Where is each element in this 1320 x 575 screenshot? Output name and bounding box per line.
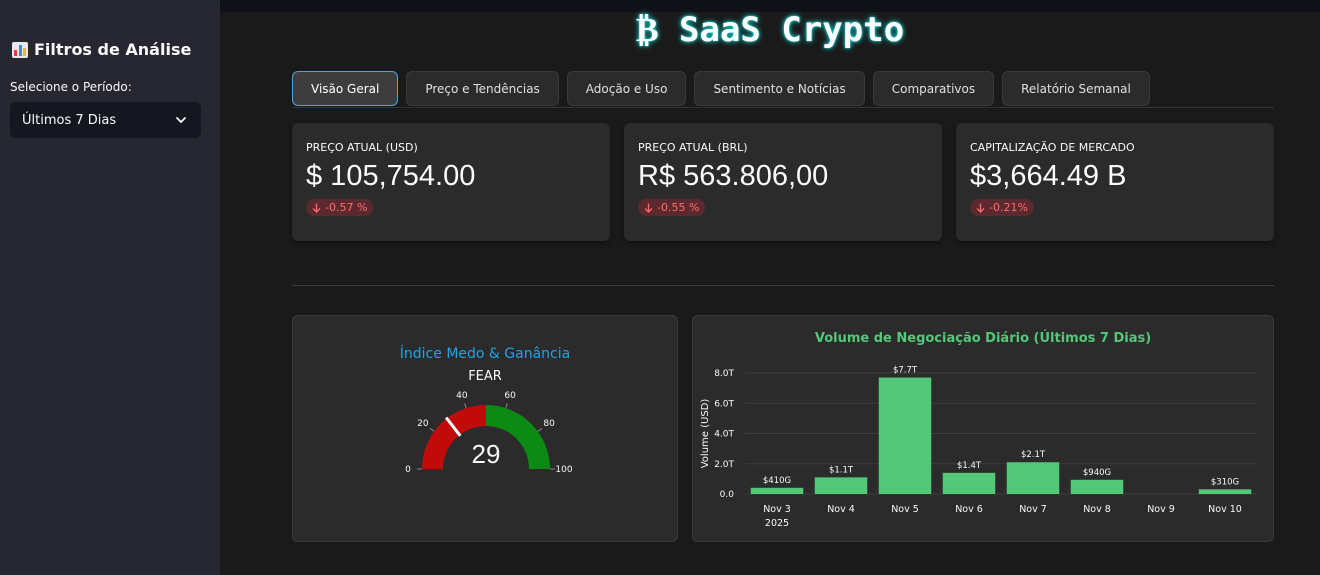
bar — [878, 377, 932, 494]
bar-data-label: $940G — [1083, 468, 1111, 478]
metric-delta-text: -0.55 % — [657, 201, 700, 214]
tab-comparativos[interactable]: Comparativos — [872, 71, 995, 106]
bar-data-label: $1.1T — [829, 465, 854, 475]
fear-greed-panel: Índice Medo & Ganância FEAR 0 20 40 60 80 100… — [292, 315, 678, 542]
bitcoin-icon: ₿ — [635, 10, 659, 50]
bar — [1070, 479, 1124, 494]
metric-label: PREÇO ATUAL (USD) — [306, 141, 418, 154]
gauge-tick-label: 20 — [417, 419, 429, 429]
y-tick-label: 6.0T — [714, 399, 734, 409]
bar — [942, 472, 996, 494]
tab-preco-tendencias[interactable]: Preço e Tendências — [406, 71, 559, 106]
metric-card-brl: PREÇO ATUAL (BRL) R$ 563.806,00 -0.55 % — [624, 123, 942, 241]
bar — [814, 477, 868, 494]
x-tick-label: Nov 6 — [955, 504, 983, 515]
gauge-tick — [464, 403, 467, 409]
y-tick-label: 2.0T — [714, 460, 734, 470]
tab-adocao-uso[interactable]: Adoção e Uso — [566, 71, 687, 106]
chevron-down-icon — [176, 117, 186, 124]
x-tick-label: Nov 7 — [1019, 504, 1047, 515]
period-select-value: Últimos 7 Dias — [22, 112, 117, 128]
arrow-down-icon — [976, 203, 985, 213]
bar-data-label: $2.1T — [1021, 450, 1046, 460]
metric-label: CAPITALIZAÇÃO DE MERCADO — [970, 141, 1135, 154]
metric-card-market-cap: CAPITALIZAÇÃO DE MERCADO $3,664.49 B -0.… — [956, 123, 1274, 241]
gauge-tick-label: 60 — [504, 391, 516, 401]
tab-visao-geral[interactable]: Visão Geral — [292, 71, 399, 106]
bar-data-label: $7.7T — [893, 366, 918, 376]
y-tick-label: 8.0T — [714, 369, 734, 379]
x-tick-label: Nov 3 — [763, 504, 791, 515]
y-tick-label: 0.0 — [720, 490, 735, 500]
metric-label: PREÇO ATUAL (BRL) — [638, 141, 748, 154]
x-tick-label: Nov 9 — [1147, 504, 1175, 515]
x-tick-label: Nov 10 — [1208, 504, 1242, 515]
section-divider — [292, 285, 1274, 286]
bar — [750, 487, 804, 494]
gauge-tick-label: 80 — [543, 419, 555, 429]
metric-card-usd: PREÇO ATUAL (USD) $ 105,754.00 -0.57 % — [292, 123, 610, 241]
bar-data-label: $310G — [1211, 477, 1239, 487]
arrow-down-icon — [312, 203, 321, 213]
period-select[interactable]: Últimos 7 Dias — [10, 102, 201, 138]
gauge-tick-label: 40 — [456, 391, 468, 401]
metric-value: $ 105,754.00 — [306, 160, 476, 192]
period-label: Selecione o Período: — [10, 80, 132, 94]
metric-value: R$ 563.806,00 — [638, 160, 829, 192]
volume-panel: Volume de Negociação Diário (Últimos 7 D… — [692, 315, 1274, 542]
arrow-down-icon — [644, 203, 653, 213]
metric-value: $3,664.49 B — [970, 160, 1127, 192]
gauge-tick-label: 100 — [555, 465, 572, 475]
gauge-tick — [429, 428, 435, 432]
bar-data-label: $410G — [763, 476, 791, 486]
tab-sentimento-noticias[interactable]: Sentimento e Notícias — [694, 71, 865, 106]
tab-relatorio-semanal[interactable]: Relatório Semanal — [1002, 71, 1150, 106]
metric-delta: -0.21% — [970, 199, 1034, 216]
page-title: ₿ SaaS Crypto — [0, 10, 1320, 50]
x-tick-year-label: 2025 — [765, 518, 789, 529]
tabs-divider — [292, 107, 1274, 108]
gauge-tick — [505, 403, 508, 409]
tab-bar: Visão Geral Preço e Tendências Adoção e … — [292, 71, 1150, 106]
gauge-value: 29 — [472, 439, 501, 469]
x-tick-label: Nov 5 — [891, 504, 919, 515]
x-tick-label: Nov 4 — [827, 504, 855, 515]
fear-greed-gauge: 0 20 40 60 80 100 29 — [405, 391, 573, 475]
metric-delta-text: -0.21% — [989, 201, 1028, 214]
y-tick-label: 4.0T — [714, 430, 734, 440]
x-tick-label: Nov 8 — [1083, 504, 1111, 515]
metric-delta: -0.57 % — [306, 199, 374, 216]
bar — [1198, 489, 1252, 494]
metric-delta-text: -0.57 % — [325, 201, 368, 214]
sidebar: Filtros de Análise Selecione o Período: … — [0, 0, 220, 575]
volume-bar-chart: 0.0 2.0T 4.0T 6.0T 8.0T Volume (USD) $410G Nov … — [700, 366, 1257, 529]
y-axis-label: Volume (USD) — [700, 399, 711, 469]
gauge-tick-label: 0 — [405, 465, 411, 475]
bar — [1006, 462, 1060, 494]
page-title-text: SaaS Crypto — [679, 10, 905, 50]
gauge-tick — [537, 428, 543, 432]
bar-data-label: $1.4T — [957, 461, 982, 471]
metric-delta: -0.55 % — [638, 199, 706, 216]
